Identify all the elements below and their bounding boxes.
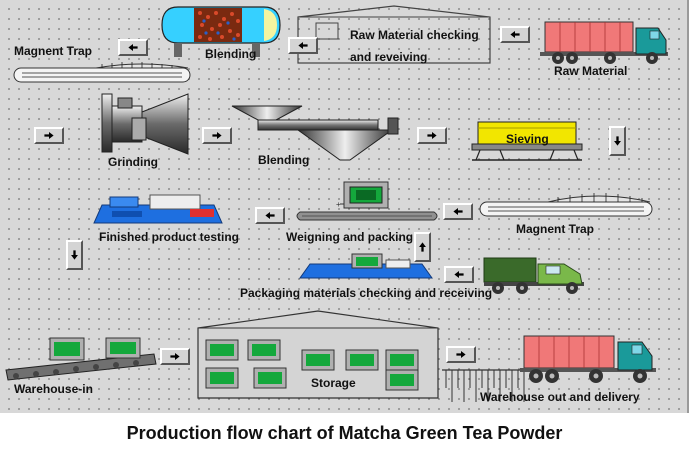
weighing-packing-machine: + [296, 181, 438, 221]
down-arrow-icon [609, 126, 626, 156]
left-arrow-icon [118, 39, 148, 56]
label-finished-testing: Finished product testing [99, 230, 239, 244]
left-arrow-icon [443, 203, 473, 220]
label-packaging-checking: Packaging materials checking and receivi… [240, 286, 493, 300]
page-title: Production flow chart of Matcha Green Te… [126, 423, 563, 443]
label-warehouse-in: Warehouse-in [14, 382, 93, 396]
delivery-truck [520, 335, 656, 383]
label-raw-checking-line1: Raw Material checking [350, 28, 479, 42]
flowchart-stage: Raw Material Raw Material checking and r… [0, 0, 689, 461]
label-grinding: Grinding [108, 155, 158, 169]
grinding-machine [101, 93, 189, 155]
label-raw-material: Raw Material [554, 64, 628, 78]
label-magnet-trap-mid: Magnent Trap [516, 222, 595, 236]
label-blending-top: Blending [205, 47, 257, 61]
label-weighing: Weigning and packing [286, 230, 414, 244]
left-arrow-icon [288, 37, 318, 54]
down-arrow-icon [66, 240, 83, 270]
label-magnet-trap-top: Magnent Trap [14, 44, 93, 58]
raw-material-truck [540, 21, 668, 64]
left-arrow-icon [500, 26, 530, 43]
label-blending-mid: Blending [258, 153, 310, 167]
warehouse-in-conveyor [5, 337, 157, 381]
label-raw-checking: Raw Material checking and reveiving [350, 24, 479, 68]
left-arrow-icon [255, 207, 285, 224]
left-arrow-icon [444, 266, 474, 283]
right-arrow-icon [446, 346, 476, 363]
label-storage: Storage [311, 376, 356, 390]
label-sieving: Sieving [506, 132, 549, 146]
label-raw-checking-line2: and reveiving [350, 50, 428, 64]
packaging-delivery-truck [483, 257, 584, 294]
right-arrow-icon [160, 348, 190, 365]
magnet-trap-conveyor-top [13, 62, 191, 83]
right-arrow-icon [417, 127, 447, 144]
packaging-checking-station [299, 253, 433, 279]
right-arrow-icon [34, 127, 64, 144]
magnet-trap-conveyor-mid [479, 193, 653, 217]
svg-text:+: + [336, 200, 341, 209]
right-arrow-icon [202, 127, 232, 144]
flowchart-canvas: Raw Material Raw Material checking and r… [0, 0, 689, 413]
finished-testing-station [93, 194, 223, 224]
label-warehouse-out: Warehouse out and delivery [480, 390, 640, 404]
